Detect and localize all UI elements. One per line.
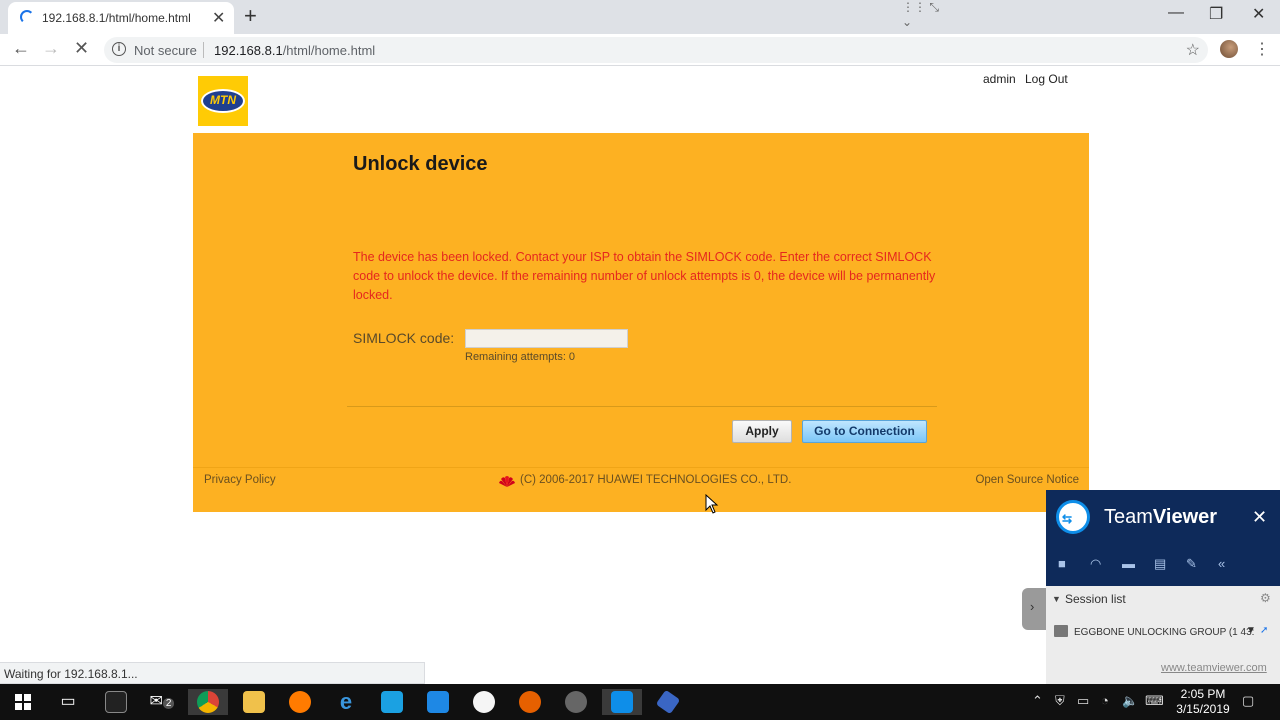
teamviewer-title: TeamViewer (1104, 506, 1218, 528)
teamviewer-link[interactable]: www.teamviewer.com (1161, 662, 1267, 674)
teamviewer-close-icon[interactable]: ✕ (1252, 507, 1267, 528)
mtn-logo: MTN (198, 76, 248, 126)
divider (347, 406, 937, 407)
mail-icon[interactable]: ✉ 2 (142, 689, 182, 715)
restore-button[interactable]: ❐ (1209, 4, 1223, 24)
volume-icon[interactable]: 🔈 (1122, 693, 1138, 709)
not-secure-label: Not secure (134, 43, 197, 58)
minimize-button[interactable]: — (1168, 4, 1184, 22)
unlock-panel: Unlock device The device has been locked… (193, 133, 1089, 512)
username: admin (983, 72, 1016, 86)
tab-close-icon[interactable]: ✕ (212, 8, 225, 28)
windows-start-icon[interactable] (3, 689, 43, 715)
windows-taskbar: ▭ ✉ 2 e ⌃ ⛨ ▭ ◔ 🔈 ⌨ 2:05 PM 3/15/2019 ▢ (0, 684, 1280, 720)
browser-tab[interactable]: 192.168.8.1/html/home.html ✕ (8, 2, 234, 34)
edge-icon[interactable]: e (326, 689, 366, 715)
forward-arrow-icon[interactable]: → (42, 38, 60, 59)
page-title: Unlock device (353, 153, 488, 175)
video-icon[interactable]: ■ (1058, 556, 1066, 571)
back-arrow-icon[interactable]: ← (12, 38, 30, 59)
pointer-icon[interactable]: ➚ (1260, 625, 1268, 636)
chrome-icon[interactable] (188, 689, 228, 715)
tab-strip: 192.168.8.1/html/home.html ✕ + ⋮⋮ ⤡ ⌄ — … (0, 0, 1280, 34)
tab-search-icon[interactable]: ⋮⋮ ⤡ ⌄ (902, 0, 950, 29)
notification-icon[interactable]: ▢ (1242, 693, 1254, 709)
system-clock[interactable]: 2:05 PM 3/15/2019 (1170, 687, 1236, 717)
new-tab-button[interactable]: + (244, 3, 257, 29)
firefox-icon[interactable] (280, 689, 320, 715)
teamviewer-header: ⇆ TeamViewer ✕ ■ ◠ ▬ ▤ ✎ « (1046, 490, 1280, 586)
app-w-icon[interactable] (556, 689, 596, 715)
separator (203, 42, 204, 58)
itunes-icon[interactable] (464, 689, 504, 715)
task-view-icon[interactable]: ▭ (48, 689, 88, 715)
url-text[interactable]: 192.168.8.1/html/home.html (214, 43, 375, 58)
battery-icon[interactable]: ▭ (1077, 693, 1089, 709)
huawei-logo-icon (499, 476, 515, 487)
tools-icon[interactable]: ✎ (1186, 556, 1197, 572)
teamviewer-collapse-tab[interactable]: › (1022, 588, 1046, 630)
browser-toolbar: ← → ✕ i Not secure 192.168.8.1/html/home… (0, 34, 1280, 66)
expand-triangle-icon: ▼ (1052, 594, 1061, 604)
simlock-code-input[interactable] (465, 329, 628, 348)
security-icon[interactable]: ⛨ (1055, 693, 1065, 709)
lock-warning-text: The device has been locked. Contact your… (353, 250, 936, 302)
app-blue-icon[interactable] (372, 689, 412, 715)
stop-loading-icon[interactable]: ✕ (74, 38, 89, 59)
menu-icon[interactable]: ⋮ (1254, 39, 1270, 59)
simlock-label: SIMLOCK code: (353, 330, 455, 346)
privacy-policy-link[interactable]: Privacy Policy (204, 474, 276, 486)
copyright-text: (C) 2006-2017 HUAWEI TECHNOLOGIES CO., L… (520, 474, 792, 486)
tray-chevron-icon[interactable]: ⌃ (1032, 693, 1043, 709)
monitor-icon (1054, 625, 1068, 637)
files-icon[interactable]: ▤ (1154, 556, 1166, 572)
footer-divider (193, 467, 1089, 468)
file-explorer-icon[interactable] (234, 689, 274, 715)
bookmark-star-icon[interactable]: ☆ (1186, 40, 1200, 60)
apply-button[interactable]: Apply (732, 420, 792, 443)
go-to-connection-button[interactable]: Go to Connection (802, 420, 927, 443)
address-bar[interactable]: i Not secure 192.168.8.1/html/home.html … (104, 37, 1208, 63)
firefox-alt-icon[interactable] (510, 689, 550, 715)
teamviewer-logo-icon: ⇆ (1056, 500, 1090, 534)
chat-icon[interactable]: ▬ (1122, 556, 1135, 571)
session-item[interactable]: EGGBONE UNLOCKING GROUP (1 43: ▼ ➚ (1046, 622, 1280, 644)
app-three-icon[interactable] (418, 689, 458, 715)
loading-spinner-icon (20, 10, 34, 24)
tab-title: 192.168.8.1/html/home.html (42, 11, 191, 25)
teamviewer-taskbar-icon[interactable] (602, 689, 642, 715)
teamviewer-panel: ⇆ TeamViewer ✕ ■ ◠ ▬ ▤ ✎ « ▼ Session lis… (1046, 490, 1280, 684)
collapse-icon[interactable]: « (1218, 556, 1225, 571)
open-source-notice-link[interactable]: Open Source Notice (975, 474, 1079, 486)
chevron-down-icon[interactable]: ▼ (1246, 625, 1256, 636)
status-bubble: Waiting for 192.168.8.1... (0, 662, 425, 684)
logout-link[interactable]: Log Out (1025, 72, 1068, 86)
keyboard-icon[interactable]: ⌨ (1145, 693, 1164, 709)
profile-avatar[interactable] (1220, 40, 1238, 58)
wifi-icon[interactable]: ◔ (1101, 693, 1109, 708)
session-list-header[interactable]: ▼ Session list ⚙ (1046, 588, 1280, 612)
blackberry-icon[interactable] (96, 689, 136, 715)
gear-icon[interactable]: ⚙ (1260, 591, 1271, 605)
headset-icon[interactable]: ◠ (1090, 556, 1101, 572)
info-icon[interactable]: i (112, 42, 126, 56)
usb-tool-icon[interactable] (648, 689, 688, 715)
window-close-button[interactable]: ✕ (1252, 4, 1265, 24)
remaining-attempts: Remaining attempts: 0 (465, 351, 576, 363)
mouse-cursor-icon (705, 494, 719, 514)
